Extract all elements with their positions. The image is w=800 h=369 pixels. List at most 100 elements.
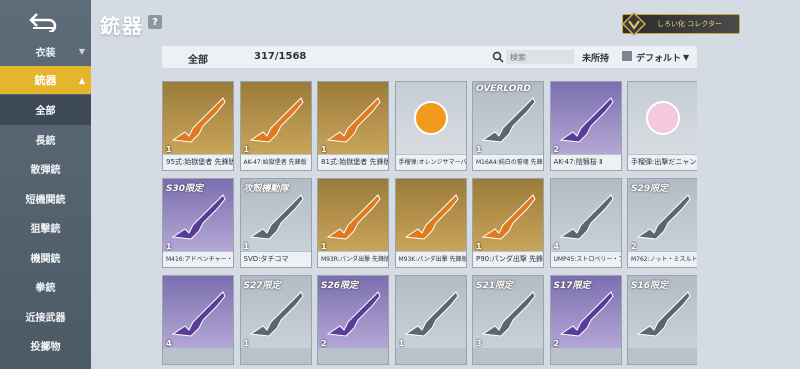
sidebar-item-5[interactable]: 機関銃 <box>0 243 91 273</box>
skin-image <box>628 82 697 154</box>
skin-grid: 1 95式:始獄堡者 先鋒版 1 AK-47:始獄堡者 先鋒版 1 81式:始獄堡者 先鋒… <box>162 81 697 369</box>
skin-card[interactable]: S30限定 1M416:アドベンチャー・イン・ザ・魔境 仙郷版 <box>162 178 234 268</box>
skin-name: AK-47:陰翳桜 Ⅱ <box>550 155 621 170</box>
page-title: 銃器 <box>100 14 144 38</box>
skin-image <box>318 82 388 154</box>
limited-label: S29限定 <box>631 184 669 194</box>
weapon-icon <box>404 194 459 240</box>
collector-badge-icon <box>622 12 646 36</box>
skin-card[interactable]: 1 M93R:パンダ出撃 先鋒版 <box>317 178 389 268</box>
sidebar-sub-list: 全部 長銃 散弾銃 短機関銃 狙撃銃 機関銃 拳銃 近接武器 投擲物 <box>0 95 91 361</box>
skin-image <box>163 276 233 348</box>
skin-name: 95式:始獄堡者 先鋒版 <box>163 155 233 170</box>
skin-card[interactable]: 4UMP45:ストロベリー・フィーバー 先鋒版 <box>549 178 622 268</box>
skin-card[interactable]: S16限定 <box>627 275 697 365</box>
back-arrow-icon <box>29 13 57 32</box>
weapon-icon <box>559 97 614 143</box>
sidebar-item-6[interactable]: 拳銃 <box>0 272 91 302</box>
skin-image <box>473 179 543 251</box>
help-icon[interactable]: ? <box>148 15 162 29</box>
limited-label: S27限定 <box>243 281 281 291</box>
skin-card[interactable]: 手榴弾:オレンジサマーバカンス <box>394 81 467 171</box>
weapon-icon <box>481 194 536 240</box>
qty-badge: 1 <box>321 145 327 154</box>
qty-badge: 1 <box>166 242 172 251</box>
skin-card[interactable]: 1 <box>394 275 467 365</box>
skin-name: 手榴弾:出撃だニャン <box>628 155 697 170</box>
search-box[interactable] <box>490 49 578 65</box>
qty-badge: 1 <box>243 339 250 348</box>
qty-badge: 4 <box>166 339 172 348</box>
sidebar-category-guns[interactable]: 銃器 ▲ <box>0 66 91 94</box>
qty-badge: 3 <box>476 339 482 348</box>
skin-image <box>395 276 466 348</box>
weapon-icon <box>171 97 226 143</box>
sidebar-item-1[interactable]: 長銃 <box>0 125 91 155</box>
skin-name: M93K:パンダ出撃 先鋒版 <box>395 252 466 267</box>
skin-image <box>318 179 388 251</box>
weapon-icon <box>646 101 680 135</box>
skin-image <box>163 82 233 154</box>
skin-card[interactable]: 手榴弾:出撃だニャン <box>627 81 697 171</box>
limited-label: OVERLORD <box>476 84 531 94</box>
back-button[interactable] <box>18 6 68 36</box>
owned-count: 317/1568 <box>254 51 307 62</box>
skin-card[interactable]: S26限定 2 <box>317 275 389 365</box>
weapon-icon <box>171 291 226 337</box>
qty-badge: 1 <box>243 242 250 251</box>
skin-card[interactable]: OVERLORD 1 M16A4:純白の誓魂 先鋒版 <box>472 81 544 171</box>
sidebar-category-costume[interactable]: 衣装 ▼ <box>0 40 91 62</box>
qty-badge: 2 <box>553 339 560 348</box>
skin-card[interactable]: 2 AK-47:陰翳桜 Ⅱ <box>549 81 622 171</box>
skin-card[interactable]: M93K:パンダ出撃 先鋒版 <box>394 178 467 268</box>
sidebar-item-7[interactable]: 近接武器 <box>0 302 91 332</box>
chevron-up-icon: ▲ <box>78 75 85 85</box>
skin-image <box>240 82 311 154</box>
skin-image <box>395 82 466 154</box>
skin-name: 81式:始獄堡者 先鋒版 <box>318 155 388 170</box>
sidebar-category-label: 衣装 <box>35 47 56 59</box>
search-input[interactable] <box>506 50 574 64</box>
skin-card[interactable]: S21限定 3 <box>472 275 544 365</box>
qty-badge: 2 <box>321 339 327 348</box>
qty-badge: 1 <box>476 145 482 154</box>
skin-name: 手榴弾:オレンジサマーバカンス <box>395 155 466 170</box>
skin-card[interactable]: S17限定 2 <box>549 275 622 365</box>
skin-name: UMP45:ストロベリー・フィーバー 先鋒版 <box>550 252 621 267</box>
skin-card[interactable]: 1 P90:パンダ出撃 先鋒版 <box>472 178 544 268</box>
limited-label: S16限定 <box>631 281 669 291</box>
weapon-icon <box>413 101 448 135</box>
sidebar: 衣装 ▼ 銃器 ▲ 全部 長銃 散弾銃 短機関銃 狙撃銃 機関銃 拳銃 近接武器 投擲物 <box>0 0 91 369</box>
skin-card[interactable]: 1 AK-47:始獄堡者 先鋒版 <box>239 81 312 171</box>
sidebar-item-2[interactable]: 散弾銃 <box>0 154 91 184</box>
sort-dropdown[interactable]: デフォルト ▼ <box>636 51 689 64</box>
sidebar-item-8[interactable]: 投擲物 <box>0 331 91 361</box>
skin-card[interactable]: 1 81式:始獄堡者 先鋒版 <box>317 81 389 171</box>
skin-card[interactable]: S29限定 2M762:ノット・ミスルトウ 先鋒版 <box>627 178 697 268</box>
skin-card[interactable]: 1 95式:始獄堡者 先鋒版 <box>162 81 234 171</box>
qty-badge: 1 <box>321 242 327 251</box>
skin-name: M762:ノット・ミスルトウ 先鋒版 <box>628 252 697 267</box>
limited-label: S21限定 <box>476 281 514 291</box>
skin-name: M416:アドベンチャー・イン・ザ・魔境 仙郷版 <box>163 252 233 267</box>
skin-card[interactable]: 攻殻機動隊 1 SVD:タチコマ <box>239 178 312 268</box>
sidebar-active-label: 銃器 <box>34 74 57 87</box>
limited-label: 攻殻機動隊 <box>243 184 289 194</box>
unowned-checkbox[interactable] <box>622 51 632 61</box>
sort-label: デフォルト <box>636 54 682 64</box>
qty-badge: 1 <box>166 145 172 154</box>
chevron-down-icon: ▼ <box>683 53 690 62</box>
weapon-icon <box>326 194 381 240</box>
chevron-down-icon: ▼ <box>78 46 85 56</box>
skin-card[interactable]: S27限定 1 <box>239 275 312 365</box>
sidebar-item-0[interactable]: 全部 <box>0 95 91 125</box>
qty-badge: 1 <box>476 242 482 251</box>
sidebar-item-3[interactable]: 短機関銃 <box>0 184 91 214</box>
search-icon <box>492 51 504 63</box>
skin-card[interactable]: 4 <box>162 275 234 365</box>
skin-name: M93R:パンダ出撃 先鋒版 <box>318 252 388 267</box>
filter-all-label[interactable]: 全部 <box>188 51 208 66</box>
sidebar-item-4[interactable]: 狙撃銃 <box>0 213 91 243</box>
unowned-label: 未所持 <box>582 54 610 64</box>
skin-name: P90:パンダ出撃 先鋒版 <box>473 252 543 267</box>
